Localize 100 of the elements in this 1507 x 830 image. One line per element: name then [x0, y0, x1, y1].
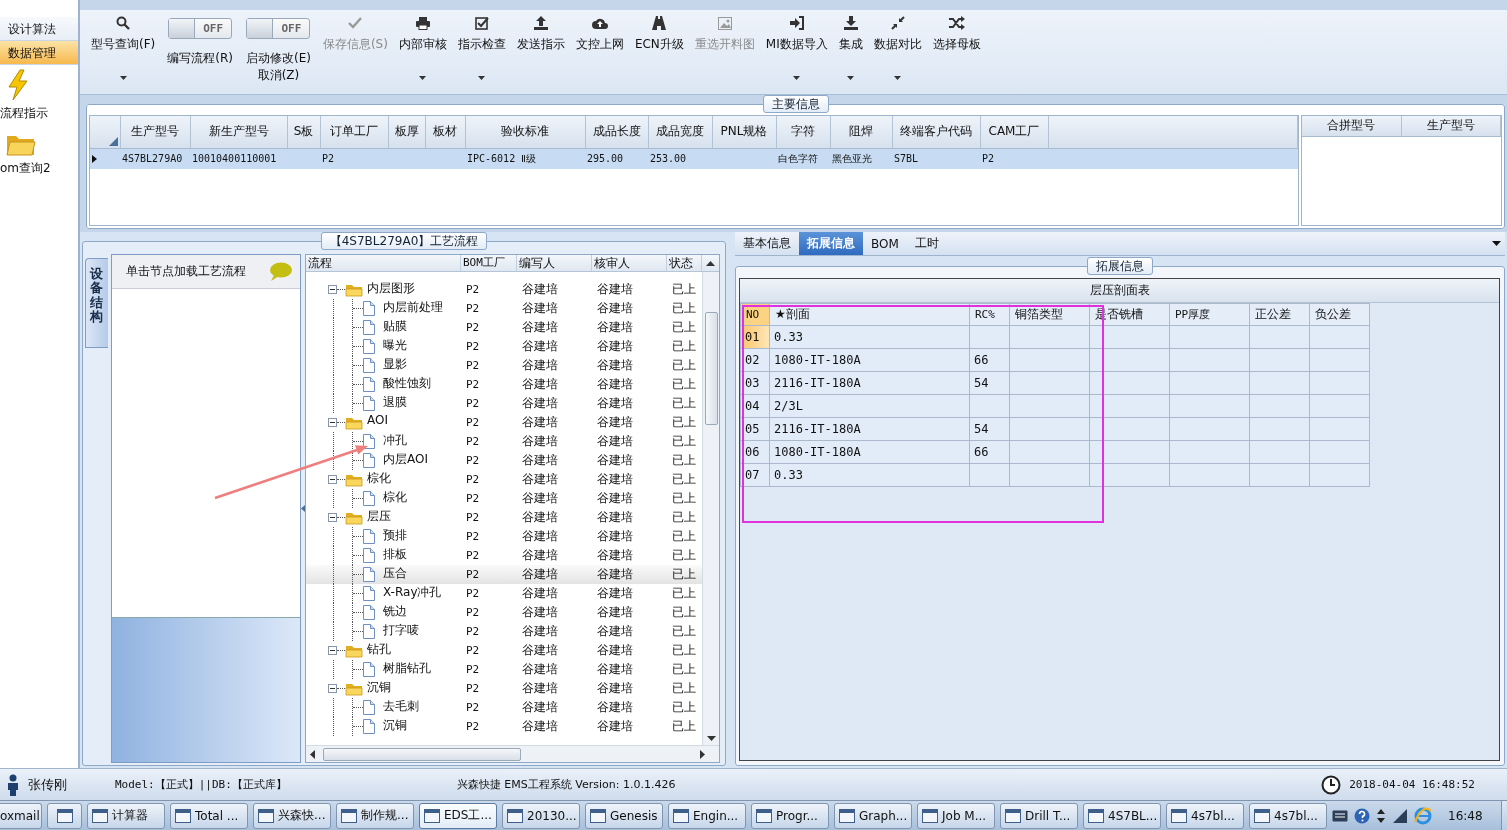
column-header[interactable]: PP厚度	[1169, 303, 1250, 326]
vertical-scrollbar[interactable]	[702, 272, 719, 745]
toolbar-button[interactable]: ECN升级	[629, 12, 689, 92]
toolbar-button[interactable]: 数据对比	[868, 12, 927, 92]
column-header[interactable]: PNL规格	[712, 116, 776, 148]
taskbar-button[interactable]: Total ...	[170, 802, 248, 829]
taskbar-button[interactable]: Job M...	[917, 802, 995, 829]
scroll-thumb[interactable]	[704, 312, 718, 425]
tab[interactable]: 拓展信息	[799, 232, 863, 255]
nav-item[interactable]: 数据管理	[0, 41, 78, 65]
taskbar-button[interactable]: 计算器	[87, 802, 165, 829]
tree-row[interactable]: 沉铜 P2 谷建培 谷建培 已上	[306, 679, 702, 698]
network-icon[interactable]	[1392, 807, 1408, 824]
scroll-down-icon[interactable]	[706, 736, 716, 741]
taskbar-button[interactable]: 4s7bl...	[1249, 802, 1327, 829]
taskbar-button[interactable]: EDS工...	[419, 802, 497, 829]
tab[interactable]: BOM	[863, 232, 907, 255]
collapse-icon[interactable]	[328, 418, 337, 427]
side-tab[interactable]: 设备结构	[85, 258, 108, 348]
nav-item[interactable]: 设计算法	[0, 17, 78, 41]
column-header[interactable]: 板材	[425, 116, 465, 148]
tab[interactable]: 基本信息	[735, 232, 799, 255]
toolbar-button[interactable]: 选择母板	[927, 12, 986, 92]
dropdown-icon[interactable]	[1492, 241, 1501, 246]
taskbar-button[interactable]: 制作规...	[336, 802, 414, 829]
tree-row[interactable]: 棕化 P2 谷建培 谷建培 已上	[306, 470, 702, 489]
tree-row[interactable]: 铣边 P2 谷建培 谷建培 已上	[306, 603, 702, 622]
column-header[interactable]: 验收标准	[465, 116, 585, 148]
taskbar-button[interactable]: 4s7bl...	[1166, 802, 1244, 829]
horizontal-scrollbar[interactable]	[306, 745, 719, 762]
tree-row[interactable]: 沉铜 P2 谷建培 谷建培 已上	[306, 717, 702, 736]
column-header[interactable]: 合拼型号	[1302, 116, 1402, 136]
column-header[interactable]: 板厚	[388, 116, 425, 148]
scroll-left-icon[interactable]	[310, 749, 315, 759]
tree-row[interactable]: 内层前处理 P2 谷建培 谷建培 已上	[306, 299, 702, 318]
column-header[interactable]: 流程	[306, 255, 461, 271]
collapse-icon[interactable]	[328, 513, 337, 522]
tray-arrow-icon[interactable]	[1376, 808, 1386, 823]
taskbar-button[interactable]: 4S7BL...	[1083, 802, 1161, 829]
tree-row[interactable]: 酸性蚀刻 P2 谷建培 谷建培 已上	[306, 375, 702, 394]
column-header[interactable]: S板	[287, 116, 320, 148]
taskbar-button[interactable]: Graph...	[834, 802, 912, 829]
collapse-icon[interactable]	[328, 684, 337, 693]
column-header[interactable]: 订单工厂	[320, 116, 388, 148]
tree-row[interactable]: 压合 P2 谷建培 谷建培 已上	[306, 565, 702, 584]
taskbar-button[interactable]: 兴森快...	[253, 802, 331, 829]
tree-row[interactable]: 打字唛 P2 谷建培 谷建培 已上	[306, 622, 702, 641]
help-icon[interactable]	[1354, 807, 1370, 824]
tree-row[interactable]: AOI P2 谷建培 谷建培 已上	[306, 413, 702, 432]
tree-row[interactable]: 内层AOI P2 谷建培 谷建培 已上	[306, 451, 702, 470]
nav-launcher[interactable]: 流程指示	[0, 65, 78, 122]
taskbar-button[interactable]: oxmail	[0, 802, 42, 829]
tree-row[interactable]: 棕化 P2 谷建培 谷建培 已上	[306, 489, 702, 508]
tree-row[interactable]: 显影 P2 谷建培 谷建培 已上	[306, 356, 702, 375]
table-row[interactable]: 4S7BL279A0 10010400110001 P2 IPC-6012 Ⅱ级 295.00 253.00 白色字符 黑色亚光 S7BL P2	[90, 148, 1298, 169]
tree-row[interactable]: 钻孔 P2 谷建培 谷建培 已上	[306, 641, 702, 660]
tree-row[interactable]: 层压 P2 谷建培 谷建培 已上	[306, 508, 702, 527]
column-header[interactable]: 新生产型号	[190, 116, 287, 148]
column-header[interactable]: CAM工厂	[980, 116, 1048, 148]
collapse-icon[interactable]	[328, 646, 337, 655]
tree-row[interactable]: 内层图形 P2 谷建培 谷建培 已上	[306, 280, 702, 299]
toolbar-button[interactable]: 文控上网	[570, 12, 629, 92]
tab[interactable]: 工时	[906, 232, 947, 255]
scroll-up-icon[interactable]	[706, 260, 715, 266]
tree-row[interactable]: 树脂钻孔 P2 谷建培 谷建培 已上	[306, 660, 702, 679]
tree-row[interactable]: 退膜 P2 谷建培 谷建培 已上	[306, 394, 702, 413]
column-header[interactable]: 正公差	[1249, 303, 1310, 326]
column-header[interactable]: 状态	[667, 255, 702, 271]
taskbar-button[interactable]: 20130...	[502, 802, 580, 829]
toolbar-button[interactable]: 发送指示	[511, 12, 570, 92]
column-header[interactable]: 字符	[776, 116, 830, 148]
column-header[interactable]: 阻焊	[830, 116, 892, 148]
column-header[interactable]: 成品宽度	[648, 116, 712, 148]
column-header[interactable]: 生产型号	[1401, 116, 1501, 136]
column-header[interactable]: 核审人	[592, 255, 667, 271]
toolbar-button[interactable]: MI数据导入	[760, 12, 833, 92]
column-header[interactable]: 成品长度	[585, 116, 648, 148]
tree-row[interactable]: X-Ray冲孔 P2 谷建培 谷建培 已上	[306, 584, 702, 603]
column-header[interactable]: 负公差	[1309, 303, 1370, 326]
column-header[interactable]: 编写人	[517, 255, 592, 271]
nav-launcher[interactable]: om查询2	[0, 128, 78, 177]
collapse-arrow-icon[interactable]	[301, 505, 305, 512]
collapse-icon[interactable]	[328, 475, 337, 484]
column-header[interactable]: 终端客户代码	[892, 116, 980, 148]
toolbar-button[interactable]: 内部审核	[393, 12, 452, 92]
keyboard-icon[interactable]	[1332, 809, 1348, 822]
scroll-right-icon[interactable]	[700, 749, 705, 759]
taskbar-button[interactable]: Drill T...	[1000, 802, 1078, 829]
column-header[interactable]: BOM工厂	[461, 255, 517, 271]
column-header[interactable]: ★剖面	[769, 303, 970, 326]
column-header[interactable]: 生产型号	[120, 116, 190, 148]
scroll-thumb[interactable]	[323, 747, 521, 761]
taskbar-button[interactable]: Engin...	[668, 802, 746, 829]
tree-row[interactable]: 去毛刺 P2 谷建培 谷建培 已上	[306, 698, 702, 717]
tree-row[interactable]: 贴膜 P2 谷建培 谷建培 已上	[306, 318, 702, 337]
taskbar-button[interactable]: Progr...	[751, 802, 829, 829]
toggle-switch[interactable]: OFF	[168, 18, 233, 39]
toolbar-button[interactable]: 指示检查	[452, 12, 511, 92]
toggle-switch[interactable]: OFF	[246, 18, 311, 39]
taskbar-button[interactable]: Genesis	[585, 802, 663, 829]
